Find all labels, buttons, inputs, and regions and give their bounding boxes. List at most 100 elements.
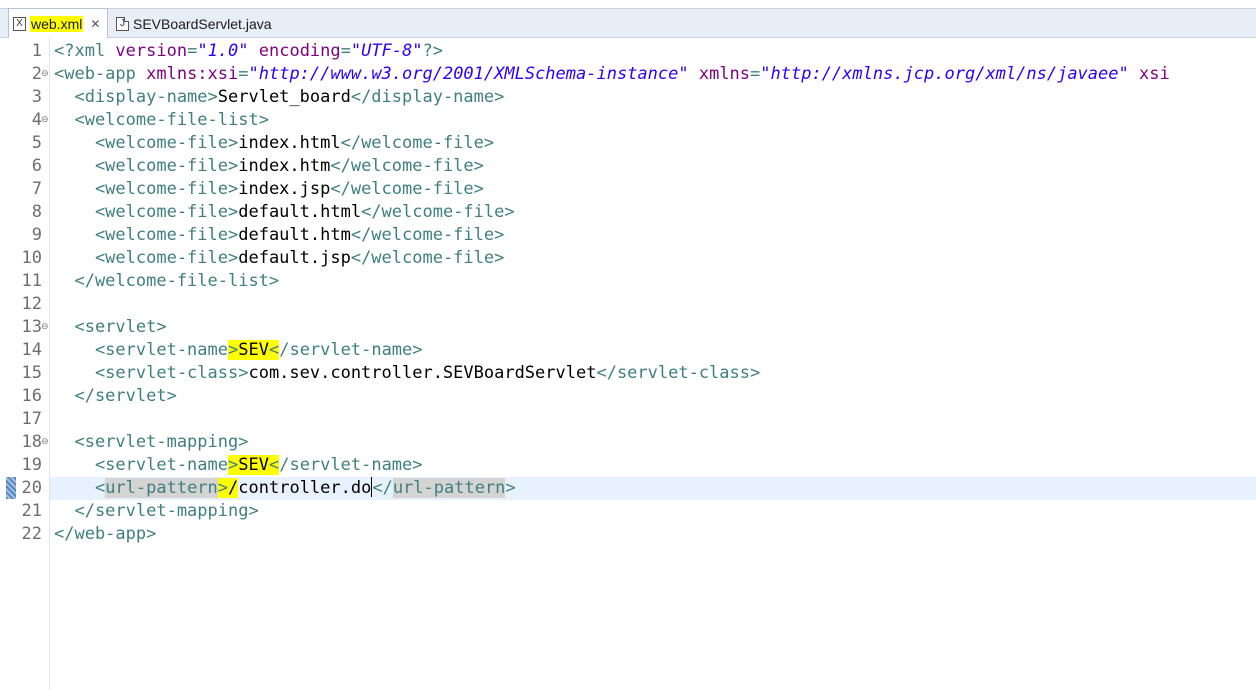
code-line[interactable]: 10 <welcome-file>default.jsp</welcome-fi…	[0, 247, 1256, 270]
code-token: =	[750, 64, 761, 84]
code-text[interactable]: <web-app xmlns:xsi="http://www.w3.org/20…	[54, 63, 1170, 86]
code-token: "http://xmlns.jcp.org/xml/ns/javaee"	[760, 64, 1129, 84]
line-number: 1	[31, 41, 42, 61]
code-line[interactable]: 3 <display-name>Servlet_board</display-n…	[0, 86, 1256, 109]
code-line[interactable]: 20 <url-pattern>/controller.do</url-patt…	[0, 476, 1256, 500]
code-line[interactable]: 8 <welcome-file>default.html</welcome-fi…	[0, 201, 1256, 224]
code-line[interactable]: 4 ⊖ <welcome-file-list>	[0, 109, 1256, 132]
line-number: 3	[31, 87, 42, 107]
code-line[interactable]: 11 </welcome-file-list>	[0, 270, 1256, 293]
code-line[interactable]: 12	[0, 293, 1256, 316]
code-token: <welcome-file>	[54, 156, 239, 176]
code-text[interactable]: <servlet-class>com.sev.controller.SEVBoa…	[54, 362, 760, 385]
code-token: default.htm	[238, 225, 351, 245]
code-token: <display-name>	[54, 87, 218, 107]
code-text[interactable]: <welcome-file>index.html</welcome-file>	[54, 132, 494, 155]
code-token: </web-app>	[54, 524, 157, 544]
line-number: 8	[31, 202, 42, 222]
code-token: >	[217, 478, 229, 498]
code-token: </	[372, 478, 393, 498]
code-line[interactable]: 5 <welcome-file>index.html</welcome-file…	[0, 132, 1256, 155]
code-token: <	[54, 478, 106, 498]
code-token: <welcome-file>	[54, 248, 239, 268]
code-text[interactable]: <servlet-mapping>	[54, 431, 248, 454]
line-number: 16	[21, 386, 42, 406]
code-line[interactable]: 14 <servlet-name>SEV</servlet-name>	[0, 339, 1256, 362]
line-number: 17	[21, 409, 42, 429]
code-token: com.sev.controller.SEVBoardServlet	[248, 363, 597, 383]
code-line[interactable]: 6 <welcome-file>index.htm</welcome-file>	[0, 155, 1256, 178]
code-text[interactable]: </welcome-file-list>	[54, 270, 279, 293]
code-token: =	[238, 64, 249, 84]
code-token: >	[228, 340, 239, 360]
code-token: <servlet-mapping>	[54, 432, 249, 452]
code-line[interactable]: 15 <servlet-class>com.sev.controller.SEV…	[0, 362, 1256, 385]
code-text[interactable]: <servlet>	[54, 316, 166, 339]
code-text[interactable]: <url-pattern>/controller.do</url-pattern…	[54, 476, 516, 500]
code-text[interactable]: <servlet-name>SEV</servlet-name>	[54, 339, 423, 362]
code-token: <?xml	[54, 41, 116, 61]
code-token: </servlet-class>	[596, 363, 761, 383]
code-text[interactable]: <welcome-file>index.jsp</welcome-file>	[54, 178, 484, 201]
line-number: 11	[21, 271, 42, 291]
code-token: <welcome-file>	[54, 202, 239, 222]
code-token: /servlet-name>	[279, 340, 423, 360]
line-number: 2	[31, 64, 42, 84]
code-token: </welcome-file>	[340, 133, 495, 153]
code-line[interactable]: 22 </web-app>	[0, 523, 1256, 546]
code-token: <welcome-file-list>	[54, 110, 269, 130]
code-token: version	[115, 41, 188, 61]
fold-toggle-icon[interactable]: ⊖	[41, 116, 49, 125]
code-line[interactable]: 1 <?xml version="1.0" encoding="UTF-8"?>	[0, 40, 1256, 63]
line-number: 9	[31, 225, 42, 245]
code-token: </welcome-file>	[330, 179, 484, 199]
line-number: 21	[21, 501, 42, 521]
code-line[interactable]: 18 ⊖ <servlet-mapping>	[0, 431, 1256, 454]
code-text[interactable]: <?xml version="1.0" encoding="UTF-8"?>	[54, 40, 443, 63]
code-text[interactable]: <servlet-name>SEV</servlet-name>	[54, 454, 423, 477]
code-token: </display-name>	[350, 87, 505, 107]
code-line[interactable]: 17	[0, 408, 1256, 431]
fold-toggle-icon[interactable]: ⊖	[41, 438, 49, 447]
code-editor[interactable]: 1 <?xml version="1.0" encoding="UTF-8"?> 2…	[0, 38, 1256, 690]
code-token: "1.0"	[197, 41, 249, 61]
code-text[interactable]: </web-app>	[54, 523, 156, 546]
line-number: 22	[21, 524, 42, 544]
code-text[interactable]: </servlet-mapping>	[54, 500, 258, 523]
code-line[interactable]: 2 ⊖ <web-app xmlns:xsi="http://www.w3.org/…	[0, 63, 1256, 86]
code-text[interactable]: <welcome-file-list>	[54, 109, 269, 132]
code-token: <	[268, 455, 280, 475]
close-icon[interactable]: ✕	[89, 17, 101, 31]
line-number: 19	[21, 455, 42, 475]
code-text[interactable]: <welcome-file>default.htm</welcome-file>	[54, 224, 504, 247]
code-line[interactable]: 21 </servlet-mapping>	[0, 500, 1256, 523]
code-line[interactable]: 19 <servlet-name>SEV</servlet-name>	[0, 454, 1256, 477]
code-token: </welcome-file>	[350, 225, 505, 245]
code-token: "http://www.w3.org/2001/XMLSchema-instan…	[248, 64, 689, 84]
code-token: </welcome-file>	[330, 156, 484, 176]
code-line[interactable]: 16 </servlet>	[0, 385, 1256, 408]
code-text[interactable]: <display-name>Servlet_board</display-nam…	[54, 86, 504, 109]
tab-label: web.xml	[30, 16, 84, 32]
code-text[interactable]: </servlet>	[54, 385, 177, 408]
code-text[interactable]: <welcome-file>default.html</welcome-file…	[54, 201, 515, 224]
fold-toggle-icon[interactable]: ⊖	[41, 323, 49, 332]
code-line[interactable]: 7 <welcome-file>index.jsp</welcome-file>	[0, 178, 1256, 201]
tab-web-xml[interactable]: X web.xml ✕	[8, 8, 108, 39]
code-token: </servlet>	[54, 386, 177, 406]
line-number: 20	[21, 478, 42, 498]
code-token: index.jsp	[238, 179, 331, 199]
code-text[interactable]: <welcome-file>index.htm</welcome-file>	[54, 155, 484, 178]
code-line[interactable]: 13 ⊖ <servlet>	[0, 316, 1256, 339]
code-token: /servlet-name>	[279, 455, 423, 475]
code-token: default.html	[238, 202, 362, 222]
code-token: default.jsp	[238, 248, 351, 268]
code-text[interactable]: <welcome-file>default.jsp</welcome-file>	[54, 247, 504, 270]
code-token: index.html	[238, 133, 341, 153]
code-line[interactable]: 9 <welcome-file>default.htm</welcome-fil…	[0, 224, 1256, 247]
code-token: <web-app	[54, 64, 147, 84]
tab-sevboardservlet-java[interactable]: J SEVBoardServlet.java	[112, 8, 282, 39]
line-number: 4	[31, 110, 42, 130]
fold-toggle-icon[interactable]: ⊖	[41, 70, 49, 79]
line-number: 10	[21, 248, 42, 268]
